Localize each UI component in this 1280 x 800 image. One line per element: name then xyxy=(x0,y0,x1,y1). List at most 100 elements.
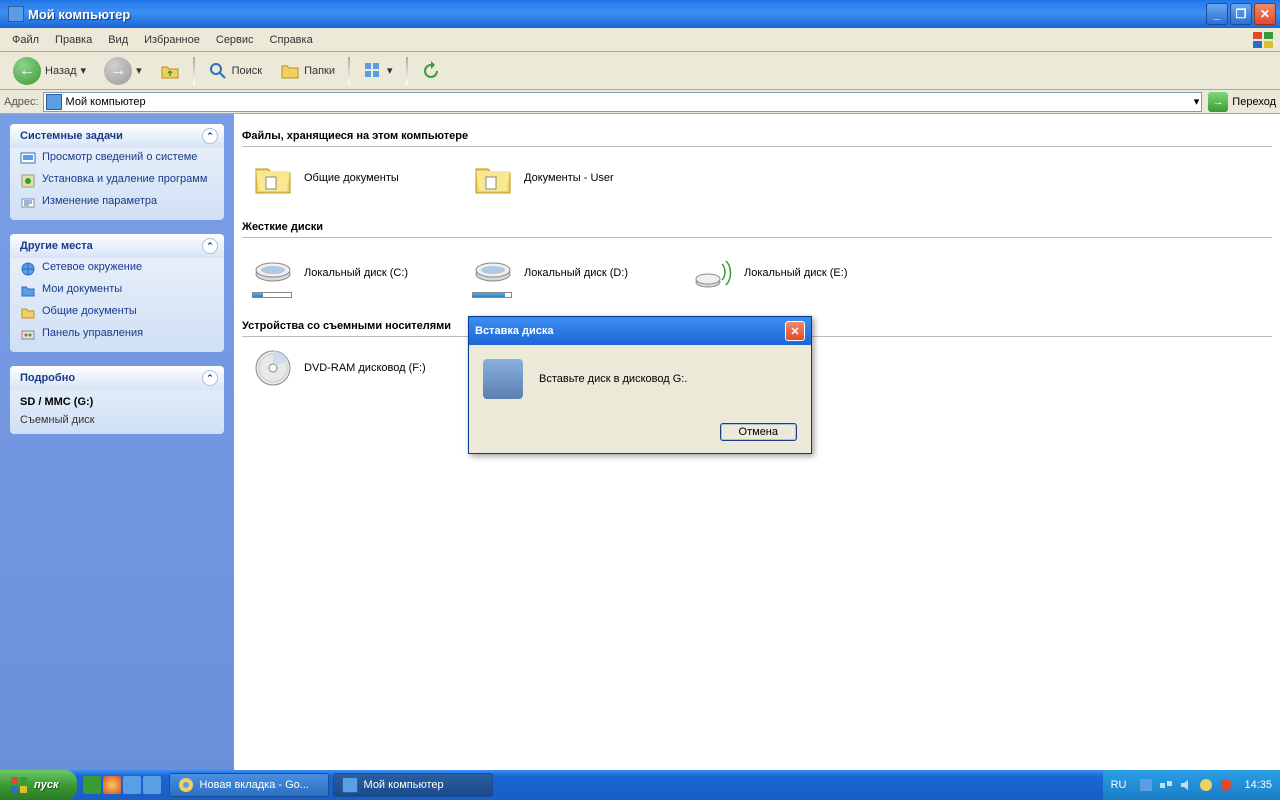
menu-bar: Файл Правка Вид Избранное Сервис Справка xyxy=(0,28,1280,52)
folders-button[interactable]: Папки xyxy=(273,58,342,84)
ql-desktop-icon[interactable] xyxy=(143,776,161,794)
item-dvd-f[interactable]: DVD-RAM дисковод (F:) xyxy=(252,347,442,389)
taskbar-item-explorer[interactable]: Мой компьютер xyxy=(333,773,493,797)
chevron-down-icon: ▾ xyxy=(136,64,142,77)
menu-view[interactable]: Вид xyxy=(100,32,136,48)
menu-file[interactable]: Файл xyxy=(4,32,47,48)
menu-tools[interactable]: Сервис xyxy=(208,32,262,48)
sidebar-item-settings[interactable]: Изменение параметра xyxy=(10,192,224,214)
details-sub: Съемный диск xyxy=(10,414,224,428)
chevron-down-icon: ▾ xyxy=(81,64,87,77)
taskbar: пуск Новая вкладка - Go... Мой компьютер… xyxy=(0,770,1280,800)
close-button[interactable]: ✕ xyxy=(1254,3,1276,25)
separator xyxy=(193,57,195,85)
item-disk-e[interactable]: Локальный диск (E:) xyxy=(692,248,882,298)
dialog-close-button[interactable]: ✕ xyxy=(785,321,805,341)
taskbar-item-chrome[interactable]: Новая вкладка - Go... xyxy=(169,773,329,797)
address-label: Адрес: xyxy=(4,96,39,108)
tray-icon[interactable] xyxy=(1198,777,1214,793)
tray-network-icon[interactable] xyxy=(1158,777,1174,793)
views-button[interactable]: ▾ xyxy=(356,58,400,84)
folder-up-icon xyxy=(160,61,180,81)
collapse-icon: ⌃ xyxy=(202,238,218,254)
usage-bar xyxy=(472,292,512,298)
language-indicator[interactable]: RU xyxy=(1111,779,1127,791)
folder-icon xyxy=(252,157,294,199)
start-button[interactable]: пуск xyxy=(0,770,77,800)
dialog-titlebar[interactable]: Вставка диска ✕ xyxy=(469,317,811,345)
folders-label: Папки xyxy=(304,65,335,77)
sidebar-item-network[interactable]: Сетевое окружение xyxy=(10,258,224,280)
details-panel: Подробно ⌃ SD / MMC (G:) Съемный диск xyxy=(10,366,224,434)
maximize-button[interactable]: ❐ xyxy=(1230,3,1252,25)
chrome-icon xyxy=(178,777,194,793)
computer-icon xyxy=(342,777,358,793)
item-disk-d[interactable]: Локальный диск (D:) xyxy=(472,248,662,298)
item-user-docs[interactable]: Документы - User xyxy=(472,157,662,199)
ql-chrome-icon[interactable] xyxy=(103,776,121,794)
chevron-down-icon[interactable]: ▾ xyxy=(1194,95,1200,108)
dvd-icon xyxy=(252,347,294,389)
panel-header[interactable]: Системные задачи ⌃ xyxy=(10,124,224,148)
menu-help[interactable]: Справка xyxy=(262,32,321,48)
go-arrow-icon: → xyxy=(1208,92,1228,112)
item-shared-docs[interactable]: Общие документы xyxy=(252,157,442,199)
collapse-icon: ⌃ xyxy=(202,370,218,386)
address-value: Мой компьютер xyxy=(66,96,146,108)
separator xyxy=(348,57,350,85)
tray-volume-icon[interactable] xyxy=(1178,777,1194,793)
address-bar: Адрес: Мой компьютер ▾ → Переход xyxy=(0,90,1280,114)
tray-shield-icon[interactable] xyxy=(1218,777,1234,793)
tray-icon[interactable] xyxy=(1138,777,1154,793)
panel-header[interactable]: Другие места ⌃ xyxy=(10,234,224,258)
drive-network-icon xyxy=(692,252,734,294)
refresh-icon xyxy=(421,61,441,81)
search-button[interactable]: Поиск xyxy=(201,58,269,84)
up-button[interactable] xyxy=(153,58,187,84)
menu-edit[interactable]: Правка xyxy=(47,32,100,48)
sidebar-item-mydocs[interactable]: Мои документы xyxy=(10,280,224,302)
sidebar-item-control-panel[interactable]: Панель управления xyxy=(10,324,224,346)
sidebar-item-add-remove[interactable]: Установка и удаление программ xyxy=(10,170,224,192)
forward-icon: → xyxy=(104,57,132,85)
group-files-header: Файлы, хранящиеся на этом компьютере xyxy=(242,128,1272,147)
dialog-message: Вставьте диск в дисковод G:. xyxy=(539,373,687,385)
separator xyxy=(406,57,408,85)
forward-button[interactable]: → ▾ xyxy=(97,54,149,88)
windows-flag-icon xyxy=(1252,31,1276,49)
insert-disk-dialog: Вставка диска ✕ Вставьте диск в дисковод… xyxy=(468,316,812,454)
toolbar: ← Назад ▾ → ▾ Поиск Папки ▾ xyxy=(0,52,1280,90)
collapse-icon: ⌃ xyxy=(202,128,218,144)
item-disk-c[interactable]: Локальный диск (C:) xyxy=(252,248,442,298)
sidebar-item-system-info[interactable]: Просмотр сведений о системе xyxy=(10,148,224,170)
back-button[interactable]: ← Назад ▾ xyxy=(6,54,93,88)
chevron-down-icon: ▾ xyxy=(387,64,393,77)
drive-icon xyxy=(472,248,514,290)
panel-header[interactable]: Подробно ⌃ xyxy=(10,366,224,390)
menu-favorites[interactable]: Избранное xyxy=(136,32,208,48)
tasks-sidebar: Системные задачи ⌃ Просмотр сведений о с… xyxy=(0,114,234,770)
system-tray: RU 14:35 xyxy=(1103,770,1280,800)
address-input[interactable]: Мой компьютер ▾ xyxy=(43,92,1203,112)
go-button[interactable]: → Переход xyxy=(1208,92,1276,112)
sidebar-item-shareddocs[interactable]: Общие документы xyxy=(10,302,224,324)
search-label: Поиск xyxy=(232,65,262,77)
ql-icon[interactable] xyxy=(123,776,141,794)
cancel-button[interactable]: Отмена xyxy=(720,423,797,441)
other-places-panel: Другие места ⌃ Сетевое окружение Мои док… xyxy=(10,234,224,352)
folder-icon xyxy=(472,157,514,199)
folders-icon xyxy=(280,61,300,81)
ql-icon[interactable] xyxy=(83,776,101,794)
views-icon xyxy=(363,61,383,81)
back-icon: ← xyxy=(13,57,41,85)
dialog-title: Вставка диска xyxy=(475,325,554,337)
group-hdd-header: Жесткие диски xyxy=(242,219,1272,238)
refresh-button[interactable] xyxy=(414,58,448,84)
clock[interactable]: 14:35 xyxy=(1244,779,1272,791)
window-icon xyxy=(8,6,24,22)
drive-icon xyxy=(252,248,294,290)
windows-flag-icon xyxy=(10,776,28,794)
minimize-button[interactable]: _ xyxy=(1206,3,1228,25)
details-heading: SD / MMC (G:) xyxy=(10,390,224,414)
window-title: Мой компьютер xyxy=(28,7,1204,22)
